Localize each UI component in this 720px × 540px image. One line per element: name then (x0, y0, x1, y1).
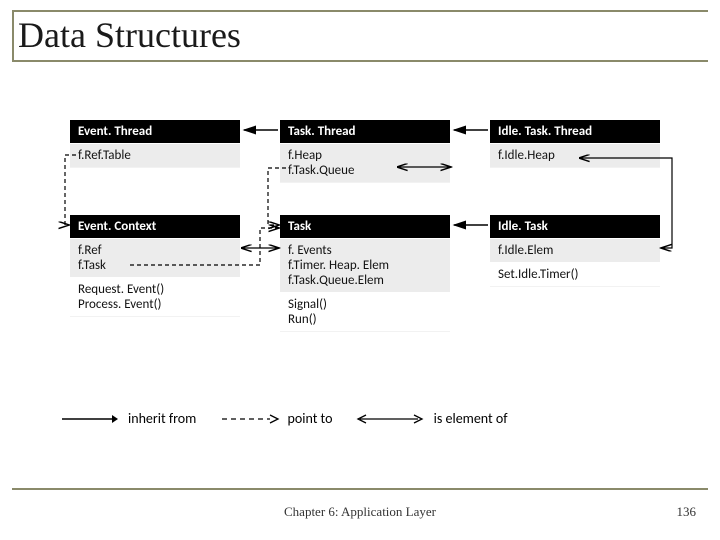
field: f.Task.Queue (288, 163, 442, 178)
field: f.Idle.Elem (498, 243, 652, 258)
page-number: 136 (677, 504, 697, 520)
legend-label: is element of (434, 410, 508, 427)
footer-rule (12, 488, 708, 490)
field: f.Idle.Heap (498, 148, 652, 163)
legend-label: inherit from (128, 410, 196, 427)
class-header: Task. Thread (280, 120, 450, 143)
field: f.Timer. Heap. Elem (288, 258, 442, 273)
title-rule-top (12, 10, 708, 12)
class-task-thread: Task. Thread f.Heap f.Task.Queue (280, 120, 450, 182)
class-task: Task f. Events f.Timer. Heap. Elem f.Tas… (280, 215, 450, 331)
page-title: Data Structures (18, 14, 241, 56)
class-methods: Request. Event() Process. Event() (70, 277, 240, 316)
method: Signal() (288, 297, 442, 312)
field: f.Task.Queue.Elem (288, 273, 442, 288)
class-event-context: Event. Context f.Ref f.Task Request. Eve… (70, 215, 240, 316)
footer-center: Chapter 6: Application Layer (0, 504, 720, 520)
legend-inherit: inherit from (60, 410, 196, 427)
field: f.Heap (288, 148, 442, 163)
legend-element: is element of (356, 410, 508, 427)
class-header: Event. Context (70, 215, 240, 238)
method: Run() (288, 312, 442, 327)
method: Request. Event() (78, 282, 232, 297)
field: f.Ref.Table (78, 148, 232, 163)
field: f.Ref (78, 243, 232, 258)
field: f.Task (78, 258, 232, 273)
class-header: Idle. Task. Thread (490, 120, 660, 143)
class-methods: Set.Idle.Timer() (490, 262, 660, 286)
title-rule-bot (12, 60, 708, 62)
field: f. Events (288, 243, 442, 258)
title-vbar (12, 10, 14, 62)
method: Process. Event() (78, 297, 232, 312)
legend-label: point to (288, 410, 333, 427)
class-fields: f.Heap f.Task.Queue (280, 143, 450, 182)
class-fields: f.Ref.Table (70, 143, 240, 167)
arrow-double-icon (356, 412, 426, 426)
class-idle-task: Idle. Task f.Idle.Elem Set.Idle.Timer() (490, 215, 660, 286)
class-fields: f.Idle.Elem (490, 238, 660, 262)
class-fields: f.Ref f.Task (70, 238, 240, 277)
class-methods: Signal() Run() (280, 292, 450, 331)
diagram-canvas: Event. Thread f.Ref.Table Task. Thread f… (0, 70, 720, 480)
class-header: Idle. Task (490, 215, 660, 238)
method: Set.Idle.Timer() (498, 267, 652, 282)
class-idle-task-thread: Idle. Task. Thread f.Idle.Heap (490, 120, 660, 167)
legend: inherit from point to is element of (60, 410, 528, 430)
class-fields: f.Idle.Heap (490, 143, 660, 167)
class-header: Event. Thread (70, 120, 240, 143)
class-fields: f. Events f.Timer. Heap. Elem f.Task.Que… (280, 238, 450, 292)
arrow-icon (60, 412, 120, 426)
arrow-dashed-icon (220, 412, 280, 426)
legend-point: point to (220, 410, 333, 427)
class-header: Task (280, 215, 450, 238)
class-event-thread: Event. Thread f.Ref.Table (70, 120, 240, 167)
